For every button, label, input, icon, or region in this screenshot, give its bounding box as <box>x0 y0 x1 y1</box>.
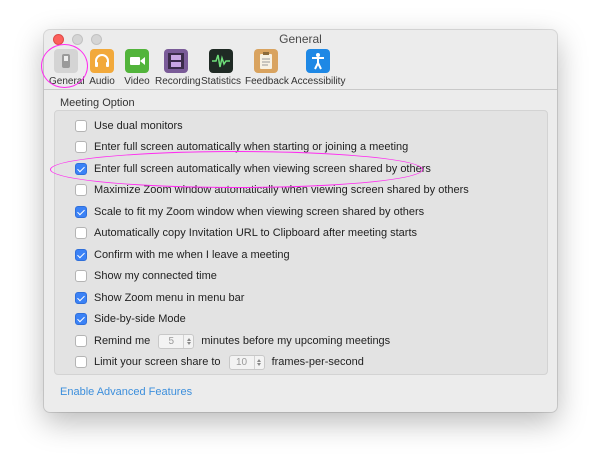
film-strip-icon <box>164 49 188 73</box>
option-maximize-on-share[interactable]: Maximize Zoom window automatically when … <box>75 182 469 198</box>
stepper-arrows-icon[interactable] <box>253 355 264 369</box>
option-label: Use dual monitors <box>94 120 183 132</box>
option-dual-monitors[interactable]: Use dual monitors <box>75 118 183 134</box>
clipboard-icon <box>254 49 278 73</box>
tab-recording[interactable]: Recording <box>155 48 201 87</box>
checkbox[interactable] <box>75 356 87 368</box>
option-label: Limit your screen share to <box>94 356 221 368</box>
option-label: Show Zoom menu in menu bar <box>94 292 245 304</box>
option-fullscreen-on-share[interactable]: Enter full screen automatically when vie… <box>75 161 431 177</box>
window-title: General <box>279 32 322 46</box>
option-scale-to-fit[interactable]: Scale to fit my Zoom window when viewing… <box>75 204 424 220</box>
option-fullscreen-on-join[interactable]: Enter full screen automatically when sta… <box>75 139 408 155</box>
checkbox[interactable] <box>75 163 87 175</box>
video-camera-icon <box>125 49 149 73</box>
settings-window: General General Audio Video Recording St… <box>44 30 557 412</box>
section-title: Meeting Option <box>60 97 135 109</box>
tab-statistics[interactable]: Statistics <box>201 48 241 87</box>
accessibility-icon <box>306 49 330 73</box>
option-side-by-side[interactable]: Side-by-side Mode <box>75 311 186 327</box>
tab-audio-label: Audio <box>89 76 115 87</box>
meeting-options-panel: Use dual monitors Enter full screen auto… <box>54 110 548 375</box>
tab-recording-label: Recording <box>155 76 201 87</box>
option-label: Maximize Zoom window automatically when … <box>94 184 469 196</box>
option-remind-me[interactable]: Remind me 5 minutes before my upcoming m… <box>75 333 390 349</box>
option-confirm-leave[interactable]: Confirm with me when I leave a meeting <box>75 247 290 263</box>
checkbox[interactable] <box>75 313 87 325</box>
tab-audio[interactable]: Audio <box>87 48 117 87</box>
option-limit-share[interactable]: Limit your screen share to 10 frames-per… <box>75 354 364 370</box>
tab-video-label: Video <box>124 76 150 87</box>
stepper-value: 5 <box>168 335 175 347</box>
remind-minutes-stepper[interactable]: 5 <box>158 333 195 349</box>
stepper-value: 10 <box>236 356 248 368</box>
headphones-icon <box>90 49 114 73</box>
option-suffix: frames-per-second <box>271 356 364 368</box>
tab-feedback-label: Feedback <box>245 76 289 87</box>
general-gear-icon <box>54 49 78 73</box>
option-suffix: minutes before my upcoming meetings <box>201 335 391 347</box>
tab-accessibility[interactable]: Accessibility <box>291 48 345 87</box>
checkbox[interactable] <box>75 270 87 282</box>
checkbox[interactable] <box>75 206 87 218</box>
minimize-window-button[interactable] <box>72 34 83 45</box>
option-connected-time[interactable]: Show my connected time <box>75 268 217 284</box>
option-label: Enter full screen automatically when sta… <box>94 141 409 153</box>
tab-general-label: General <box>49 76 85 87</box>
stepper-arrows-icon[interactable] <box>183 334 193 348</box>
option-menu-bar[interactable]: Show Zoom menu in menu bar <box>75 290 244 306</box>
option-label: Scale to fit my Zoom window when viewing… <box>94 206 425 218</box>
checkbox[interactable] <box>75 184 87 196</box>
waveform-icon <box>209 49 233 73</box>
maximize-window-button[interactable] <box>91 34 102 45</box>
checkbox[interactable] <box>75 227 87 239</box>
tab-feedback[interactable]: Feedback <box>245 48 289 87</box>
close-window-button[interactable] <box>53 34 64 45</box>
checkbox[interactable] <box>75 141 87 153</box>
fps-stepper[interactable]: 10 <box>228 354 265 370</box>
preferences-toolbar: General Audio Video Recording Statistics <box>44 48 557 90</box>
tab-general[interactable]: General <box>49 48 85 87</box>
option-label: Show my connected time <box>94 270 217 282</box>
tab-accessibility-label: Accessibility <box>291 76 346 87</box>
window-controls <box>53 34 102 45</box>
option-copy-invitation-url[interactable]: Automatically copy Invitation URL to Cli… <box>75 225 417 241</box>
checkbox[interactable] <box>75 249 87 261</box>
option-label: Enter full screen automatically when vie… <box>94 163 431 175</box>
checkbox[interactable] <box>75 292 87 304</box>
enable-advanced-features-link[interactable]: Enable Advanced Features <box>60 386 192 398</box>
option-label: Confirm with me when I leave a meeting <box>94 249 290 261</box>
option-label: Side-by-side Mode <box>94 313 186 325</box>
checkbox[interactable] <box>75 120 87 132</box>
option-label: Automatically copy Invitation URL to Cli… <box>94 227 418 239</box>
tab-statistics-label: Statistics <box>201 76 242 87</box>
option-label: Remind me <box>94 335 151 347</box>
checkbox[interactable] <box>75 335 87 347</box>
tab-video[interactable]: Video <box>122 48 152 87</box>
